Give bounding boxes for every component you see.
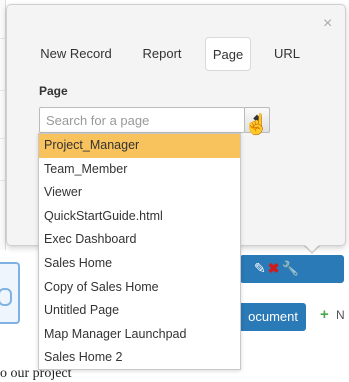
page-section-label: Page [39, 84, 68, 98]
edit-icon[interactable]: ✎ [254, 260, 268, 276]
wrench-icon[interactable]: 🔧 [281, 260, 300, 276]
page-options-list: Project_Manager Team_Member Viewer Quick… [38, 133, 241, 370]
page-option-quickstartguide[interactable]: QuickStartGuide.html [39, 205, 240, 229]
page-option-exec-dashboard[interactable]: Exec Dashboard [39, 228, 240, 252]
close-icon[interactable]: × [323, 15, 332, 33]
page-option-viewer[interactable]: Viewer [39, 181, 240, 205]
document-icon [0, 262, 20, 324]
record-toolbar: ✎✖🔧 [240, 255, 344, 283]
page-option-copy-of-sales-home[interactable]: Copy of Sales Home [39, 276, 240, 300]
tab-url[interactable]: URL [267, 37, 307, 71]
new-link-fragment[interactable]: N [336, 308, 345, 322]
page-search-input[interactable] [39, 107, 245, 133]
toolbar-icons: ✎✖🔧 [254, 260, 301, 277]
delete-icon[interactable]: ✖ [268, 260, 282, 276]
page-option-sales-home-2[interactable]: Sales Home 2 [39, 346, 240, 370]
page-option-team-member[interactable]: Team_Member [39, 158, 240, 182]
plus-icon[interactable]: + [320, 306, 329, 323]
tab-report[interactable]: Report [131, 37, 193, 71]
add-document-button[interactable]: ocument [232, 303, 306, 331]
tab-new-record[interactable]: New Record [31, 37, 121, 71]
page-option-map-manager-launchpad[interactable]: Map Manager Launchpad [39, 323, 240, 347]
tab-page[interactable]: Page [205, 37, 251, 71]
page-option-project-manager[interactable]: Project_Manager [39, 134, 240, 158]
page-option-untitled-page[interactable]: Untitled Page [39, 299, 240, 323]
page-option-sales-home[interactable]: Sales Home [39, 252, 240, 276]
popover-arrow-fill [304, 244, 320, 252]
hand-cursor-icon: ☝ [244, 114, 269, 136]
